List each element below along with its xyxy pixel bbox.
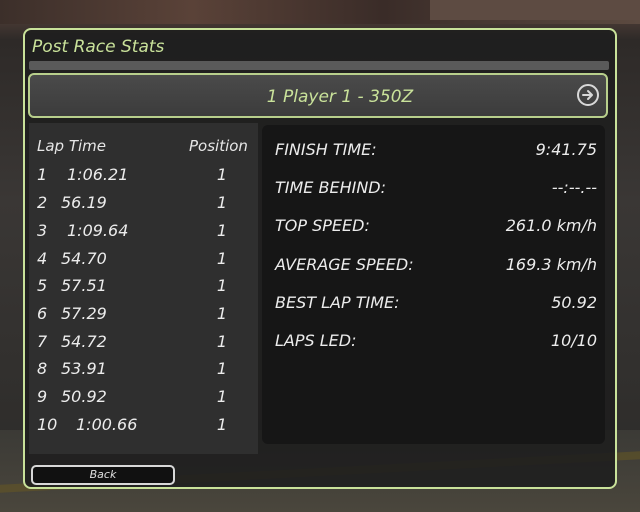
stat-label: TOP SPEED: bbox=[275, 216, 370, 235]
lap-number: 2 bbox=[37, 193, 48, 212]
lap-position: 1 bbox=[216, 249, 228, 268]
lap-number: 7 bbox=[37, 332, 48, 351]
lap-time: 54.72 bbox=[61, 332, 107, 351]
stat-value: 169.3 km/h bbox=[505, 255, 597, 274]
stat-label: BEST LAP TIME: bbox=[275, 293, 400, 312]
stat-average-speed: AVERAGE SPEED: 169.3 km/h bbox=[275, 253, 597, 277]
lap-position: 1 bbox=[216, 359, 228, 378]
lap-position: 1 bbox=[216, 276, 228, 295]
lap-time: 54.70 bbox=[61, 249, 107, 268]
back-button[interactable]: Back bbox=[31, 465, 175, 485]
lap-number: 10 bbox=[37, 415, 58, 434]
lap-number: 5 bbox=[37, 276, 48, 295]
lap-position: 1 bbox=[216, 304, 228, 323]
title-divider bbox=[29, 61, 609, 70]
race-summary-panel bbox=[262, 125, 605, 444]
lap-time: 50.92 bbox=[61, 387, 107, 406]
lap-position: 1 bbox=[216, 193, 228, 212]
stat-best-lap-time: BEST LAP TIME: 50.92 bbox=[275, 291, 597, 315]
stat-value: --:--.-- bbox=[551, 178, 597, 197]
stat-label: LAPS LED: bbox=[275, 331, 357, 350]
lap-row: 4 54.70 1 bbox=[37, 248, 247, 270]
lap-position: 1 bbox=[216, 332, 228, 351]
lap-position: 1 bbox=[216, 221, 228, 240]
stat-label: FINISH TIME: bbox=[275, 140, 377, 159]
stat-finish-time: FINISH TIME: 9:41.75 bbox=[275, 138, 597, 162]
lap-time: 57.51 bbox=[61, 276, 107, 295]
position-header: Position bbox=[189, 137, 248, 155]
lap-row: 3 1:09.64 1 bbox=[37, 220, 247, 242]
lap-row: 5 57.51 1 bbox=[37, 275, 247, 297]
stat-label: TIME BEHIND: bbox=[275, 178, 387, 197]
lap-number: 4 bbox=[37, 249, 48, 268]
stat-top-speed: TOP SPEED: 261.0 km/h bbox=[275, 214, 597, 238]
lap-position: 1 bbox=[216, 415, 228, 434]
lap-row: 10 1:00.66 1 bbox=[37, 414, 247, 436]
lap-position: 1 bbox=[216, 165, 228, 184]
player-label: 1 Player 1 - 350Z bbox=[266, 87, 414, 107]
lap-row: 2 56.19 1 bbox=[37, 192, 247, 214]
lap-row: 7 54.72 1 bbox=[37, 331, 247, 353]
lap-row: 1 1:06.21 1 bbox=[37, 164, 247, 186]
lap-number: 8 bbox=[37, 359, 48, 378]
lap-time: 53.91 bbox=[61, 359, 107, 378]
arrow-right-circle-icon bbox=[582, 90, 593, 100]
player-selector[interactable]: 1 Player 1 - 350Z bbox=[28, 73, 608, 118]
lap-time: 1:00.66 bbox=[76, 415, 138, 434]
lap-number: 6 bbox=[37, 304, 48, 323]
background-building bbox=[430, 0, 640, 20]
lap-time: 1:06.21 bbox=[67, 165, 129, 184]
lap-number: 3 bbox=[37, 221, 48, 240]
lap-position: 1 bbox=[216, 387, 228, 406]
lap-number: 9 bbox=[37, 387, 48, 406]
stat-label: AVERAGE SPEED: bbox=[275, 255, 414, 274]
lap-row: 8 53.91 1 bbox=[37, 358, 247, 380]
stat-laps-led: LAPS LED: 10/10 bbox=[275, 329, 597, 353]
lap-row: 9 50.92 1 bbox=[37, 386, 247, 408]
lap-time: 57.29 bbox=[61, 304, 107, 323]
stat-value: 10/10 bbox=[550, 331, 597, 350]
stat-value: 261.0 km/h bbox=[505, 216, 597, 235]
lap-time-header: Lap Time bbox=[37, 137, 107, 155]
stat-value: 9:41.75 bbox=[535, 140, 597, 159]
stat-value: 50.92 bbox=[551, 293, 597, 312]
stat-time-behind: TIME BEHIND: --:--.-- bbox=[275, 176, 597, 200]
page-title: Post Race Stats bbox=[32, 37, 165, 57]
lap-time: 1:09.64 bbox=[67, 221, 129, 240]
lap-number: 1 bbox=[37, 165, 48, 184]
lap-row: 6 57.29 1 bbox=[37, 303, 247, 325]
next-player-button[interactable] bbox=[577, 84, 599, 106]
lap-time: 56.19 bbox=[61, 193, 107, 212]
